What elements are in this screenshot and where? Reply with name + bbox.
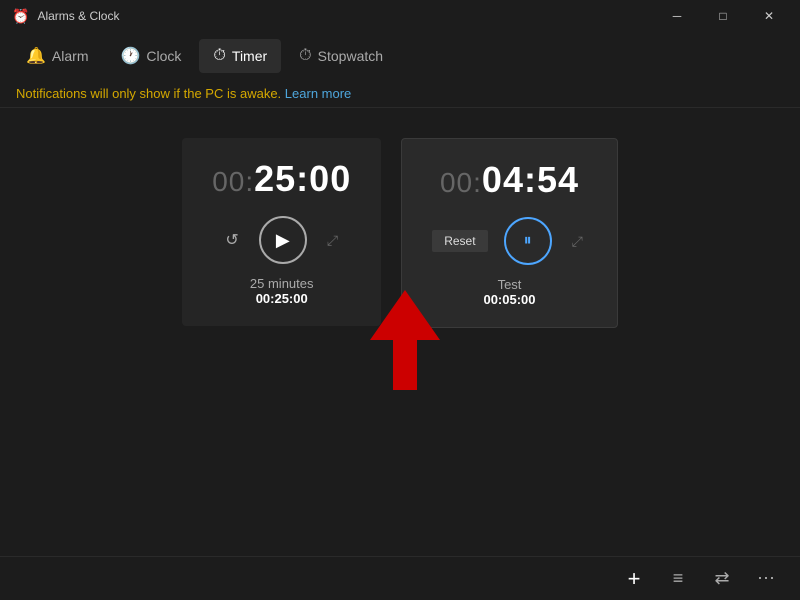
timer2-label-name: Test: [498, 277, 522, 292]
clock-icon: 🕐: [120, 46, 140, 66]
tab-stopwatch[interactable]: ⏱ Stopwatch: [285, 39, 397, 73]
more-button[interactable]: ⋯: [748, 561, 784, 597]
timer1-play-button[interactable]: ▶: [259, 216, 307, 264]
title-bar-left: ⏰ Alarms & Clock: [12, 8, 119, 25]
timer1-label-time: 00:25:00: [256, 291, 308, 306]
timer2-bright: 04:54: [482, 159, 579, 201]
sync-button[interactable]: ⇄: [704, 561, 740, 597]
timer1-reset-icon-btn[interactable]: ↺: [221, 226, 242, 254]
close-button[interactable]: ✕: [746, 0, 792, 32]
timer2-reset-button[interactable]: Reset: [432, 230, 487, 252]
add-timer-button[interactable]: +: [616, 561, 652, 597]
timer2-dim: 00:: [440, 167, 482, 199]
timer-display-1: 00: 25:00: [212, 158, 351, 200]
app-title: Alarms & Clock: [37, 9, 119, 23]
bottom-toolbar: + ≡ ⇄ ⋯: [0, 556, 800, 600]
tab-clock-label: Clock: [146, 48, 181, 64]
title-bar: ⏰ Alarms & Clock ─ □ ✕: [0, 0, 800, 32]
stopwatch-icon: ⏱: [299, 47, 311, 65]
timer1-label-name: 25 minutes: [250, 276, 314, 291]
tab-stopwatch-label: Stopwatch: [318, 48, 383, 64]
notification-bar: Notifications will only show if the PC i…: [0, 80, 800, 108]
timer2-expand-button[interactable]: ⤢: [568, 229, 587, 254]
minimize-button[interactable]: ─: [654, 0, 700, 32]
timer2-pause-button[interactable]: ⏸: [504, 217, 552, 265]
tab-clock[interactable]: 🕐 Clock: [106, 38, 195, 74]
tab-alarm-label: Alarm: [52, 48, 89, 64]
timer1-controls: ↺ ▶ ⤢: [221, 216, 342, 264]
sort-button[interactable]: ≡: [660, 561, 696, 597]
play-icon: ▶: [276, 230, 290, 251]
tab-timer[interactable]: ⏱ Timer: [199, 39, 281, 73]
app-icon: ⏰: [12, 8, 29, 25]
alarm-icon: 🔔: [26, 46, 46, 66]
timer1-bright: 25:00: [254, 158, 351, 200]
window-controls: ─ □ ✕: [654, 0, 792, 32]
timer-display-2: 00: 04:54: [440, 159, 579, 201]
pause-icon: ⏸: [524, 232, 532, 250]
timer1-expand-button[interactable]: ⤢: [323, 228, 342, 253]
notification-text: Notifications will only show if the PC i…: [16, 86, 281, 101]
tab-alarm[interactable]: 🔔 Alarm: [12, 38, 102, 74]
annotation-arrow: [370, 290, 440, 395]
timer2-controls: Reset ⏸ ⤢: [432, 217, 587, 265]
maximize-button[interactable]: □: [700, 0, 746, 32]
timer1-dim: 00:: [212, 166, 254, 198]
timer2-label-time: 00:05:00: [483, 292, 535, 307]
nav-bar: 🔔 Alarm 🕐 Clock ⏱ Timer ⏱ Stopwatch: [0, 32, 800, 80]
timer-card-1: 00: 25:00 ↺ ▶ ⤢ 25 minutes 00:25:00: [182, 138, 381, 326]
learn-more-link[interactable]: Learn more: [285, 86, 351, 101]
tab-timer-label: Timer: [232, 48, 267, 64]
timer-icon: ⏱: [213, 47, 225, 65]
